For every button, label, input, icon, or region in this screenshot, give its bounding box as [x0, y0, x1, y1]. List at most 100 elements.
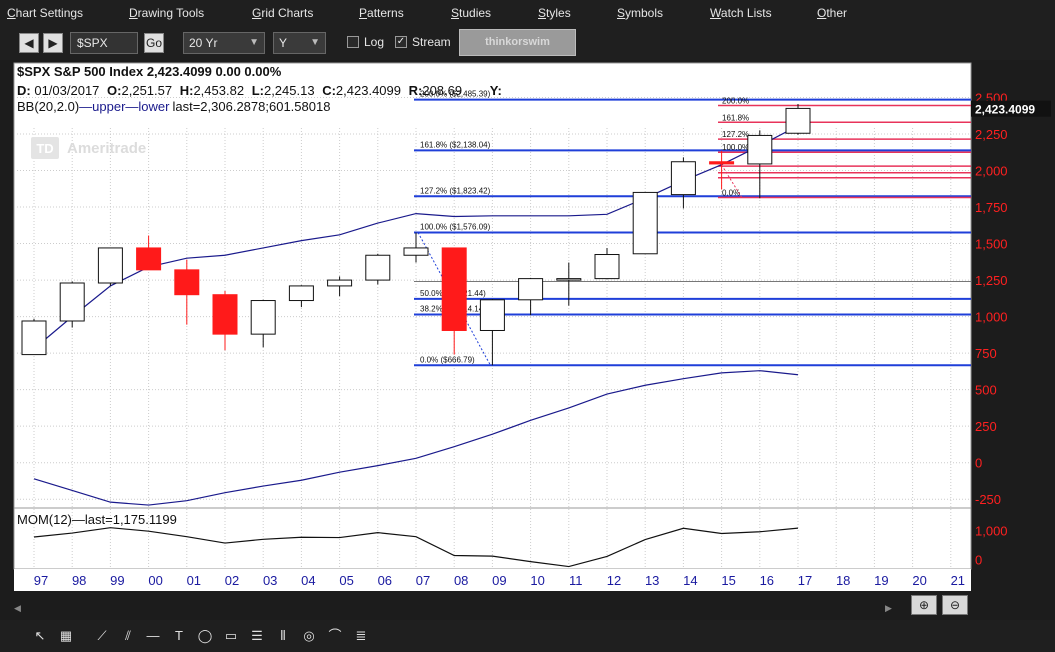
x-tick-label: 00	[148, 573, 162, 588]
open-value: 2,251.57	[122, 83, 173, 98]
candle-body	[479, 299, 505, 331]
aggregation-select[interactable]: Y ▼	[273, 32, 326, 54]
triangle-left-icon: ◀	[24, 36, 34, 50]
back-button[interactable]: ◀	[19, 33, 39, 53]
zoom-in-button[interactable]: ⊕	[911, 595, 937, 615]
x-tick-label: 01	[187, 573, 201, 588]
x-tick-label: 19	[874, 573, 888, 588]
menu-item-8[interactable]: Other	[817, 6, 847, 20]
mom-label: MOM(12)	[17, 512, 72, 527]
menu-item-6[interactable]: Symbols	[617, 6, 663, 20]
trendline-icon[interactable]: ⟋	[91, 626, 113, 646]
x-axis: 97 98 99 00 01 02 03 04 05 06 07 08 09 10 11 12 13 14 15 16…	[14, 569, 971, 591]
time-lines-icon[interactable]: ⦀	[272, 626, 294, 646]
zoom-out-button[interactable]: ⊖	[942, 595, 968, 615]
text-icon[interactable]: T	[168, 626, 190, 646]
menu-item-4[interactable]: Studies	[451, 6, 491, 20]
y-tick-label: 1,500	[975, 237, 1008, 252]
forward-button[interactable]: ▶	[43, 33, 63, 53]
menu-item-key: S	[538, 6, 547, 20]
y-tick-label: 0	[975, 456, 982, 471]
menu-item-0[interactable]: Chart Settings	[7, 6, 83, 20]
x-tick-label: 17	[798, 573, 812, 588]
low-label: L:	[252, 83, 264, 98]
bb-upper-swatch: —	[79, 99, 92, 114]
x-tick-label: 18	[836, 573, 850, 588]
fib-red-label: 100.0%	[722, 143, 749, 152]
speed-lines-icon[interactable]: ◎	[298, 626, 320, 646]
fib-extension-icon[interactable]: ≣	[350, 626, 372, 646]
candle-body	[97, 247, 123, 284]
cursor-icon[interactable]: ↖	[29, 626, 51, 646]
mom-header: MOM(12)—last=1,175.1199	[17, 512, 177, 527]
candle-body	[21, 320, 47, 356]
bb-header: BB(20,2.0)—upper—lower last=2,306.2878;60…	[17, 99, 330, 114]
menu-item-2[interactable]: Grid Charts	[252, 6, 313, 20]
stream-label: Stream	[412, 35, 451, 49]
x-tick-label: 08	[454, 573, 468, 588]
menu-item-1[interactable]: Drawing Tools	[129, 6, 204, 20]
drawing-toolbar: ↖ ▦ ⟋ ⫽ ― T ◯ ▭ ☰ ⦀ ◎ ⌒ ≣	[0, 620, 1055, 652]
x-tick-label: 99	[110, 573, 124, 588]
chart-area[interactable]: $SPX S&P 500 Index 2,423.4099 0.00 0.00%…	[0, 60, 1055, 620]
scroll-right-icon[interactable]: ▶	[885, 604, 892, 614]
y-tick-label: 1,000	[975, 310, 1008, 325]
scroll-left-icon[interactable]: ◀	[14, 604, 21, 614]
zoom-in-icon: ⊕	[918, 598, 930, 612]
zoom-out-icon: ⊖	[949, 598, 961, 612]
fibonacci-retracement-icon[interactable]: ☰	[246, 626, 268, 646]
menu-item-label: atch Lists	[720, 6, 772, 20]
x-tick-label: 14	[683, 573, 697, 588]
x-tick-label: 09	[492, 573, 506, 588]
log-label: Log	[364, 35, 385, 49]
candle-body	[288, 285, 314, 302]
log-checkbox[interactable]	[347, 36, 359, 48]
symbol-input[interactable]: $SPX	[70, 32, 138, 54]
menu-item-label: ymbols	[625, 6, 664, 20]
menu-item-key: S	[617, 6, 626, 20]
candle-body	[212, 294, 238, 335]
candle-body	[327, 279, 353, 287]
fib-level-label: 0.0% ($666.79)	[420, 355, 475, 364]
menu-item-key: D	[129, 6, 138, 20]
candle-body	[441, 247, 467, 331]
grid-select-icon[interactable]: ▦	[55, 626, 77, 646]
x-tick-label: 15	[721, 573, 735, 588]
bb-lower-label: lower	[138, 99, 170, 114]
candle-body	[518, 278, 544, 301]
candle-body	[365, 254, 391, 281]
y-tick-label: 2,000	[975, 164, 1008, 179]
menu-item-5[interactable]: Styles	[538, 6, 571, 20]
menu-item-3[interactable]: Patterns	[359, 6, 404, 20]
fib-red-label: 200.0%	[722, 96, 749, 105]
y-label: Y:	[490, 83, 502, 98]
thinkorswim-logo: thinkorswim	[459, 29, 576, 56]
arc-icon[interactable]: ⌒	[324, 626, 346, 646]
date-label: D:	[17, 83, 34, 98]
high-value: 2,453.82	[193, 83, 244, 98]
candle-body	[174, 269, 200, 296]
date-value: 01/03/2017	[34, 83, 99, 98]
x-tick-label: 21	[951, 573, 965, 588]
rectangle-icon[interactable]: ▭	[220, 626, 242, 646]
candle-body	[250, 300, 276, 335]
menu-item-7[interactable]: Watch Lists	[710, 6, 772, 20]
symbol-header: $SPX S&P 500 Index 2,423.4099 0.00 0.00%	[17, 64, 282, 79]
y-tick-label: 2,250	[975, 127, 1008, 142]
x-tick-label: 11	[569, 573, 583, 588]
parallel-lines-icon[interactable]: ⫽	[117, 626, 139, 646]
menu-item-label: tyles	[546, 6, 571, 20]
candle-body	[594, 254, 620, 280]
stream-checkbox[interactable]: ✓	[395, 36, 407, 48]
y-tick-label: 1,750	[975, 200, 1008, 215]
go-button[interactable]: Go	[144, 33, 164, 53]
x-tick-label: 07	[416, 573, 430, 588]
mom-tick-label: 0	[975, 552, 982, 567]
period-select[interactable]: 20 Yr ▼	[183, 32, 265, 54]
aggregation-select-value: Y	[279, 36, 288, 50]
y-tick-label: 500	[975, 383, 997, 398]
bb-last-value: last=2,306.2878;601.58018	[172, 99, 330, 114]
y-tick-label: 750	[975, 346, 997, 361]
horizontal-line-icon[interactable]: ―	[142, 626, 164, 646]
ellipse-icon[interactable]: ◯	[194, 626, 216, 646]
